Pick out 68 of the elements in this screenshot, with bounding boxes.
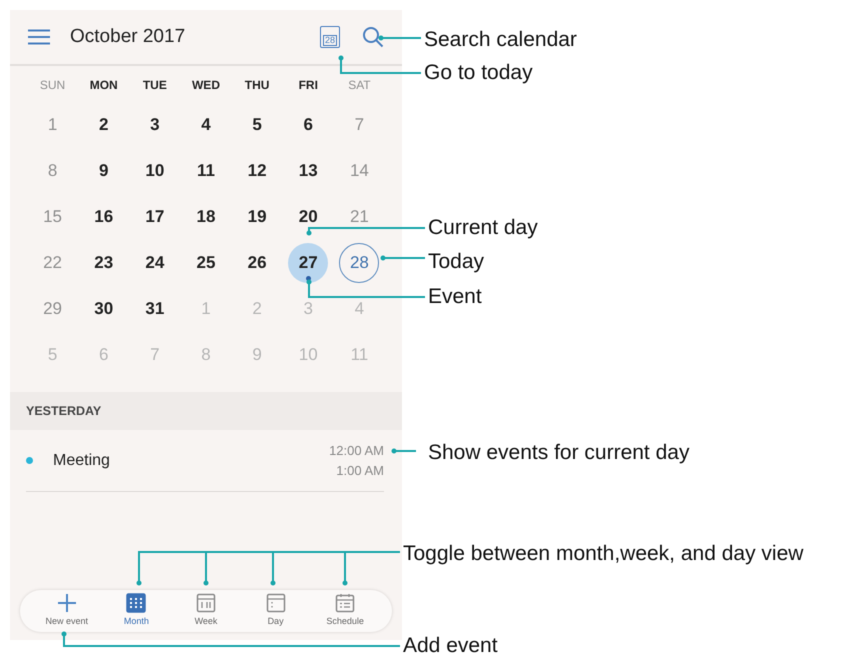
- schedule-list-icon: [335, 593, 356, 614]
- date-cell[interactable]: 29: [32, 289, 73, 329]
- date-cell[interactable]: 22: [32, 243, 73, 283]
- event-start-time: 12:00 AM: [329, 442, 384, 460]
- date-cell[interactable]: 23: [84, 243, 124, 283]
- date-cell[interactable]: 3: [134, 105, 175, 145]
- date-cell[interactable]: 15: [32, 197, 73, 237]
- callout-label: Current day: [428, 215, 538, 241]
- date-cell[interactable]: 6: [288, 105, 328, 145]
- date-cell[interactable]: 26: [237, 243, 278, 283]
- weekday-label: SAT: [348, 77, 371, 94]
- toolbar-tab[interactable]: Week: [171, 593, 241, 629]
- toolbar-tab[interactable]: Day: [240, 593, 310, 629]
- date-cell[interactable]: 2: [84, 105, 124, 145]
- month-grid-icon: [126, 593, 146, 614]
- menu-icon[interactable]: [28, 29, 50, 45]
- date-cell[interactable]: 4: [186, 105, 226, 145]
- event-end-time: 1:00 AM: [336, 462, 384, 480]
- weekday-label: FRI: [298, 77, 318, 94]
- date-cell[interactable]: 10: [134, 151, 175, 191]
- date-cell[interactable]: 21: [339, 197, 380, 237]
- callout-label: Today: [428, 249, 484, 275]
- callout-label: Event: [428, 284, 482, 310]
- date-cell[interactable]: 27: [288, 243, 328, 283]
- weekday-label: MON: [90, 77, 118, 94]
- toolbar-tab[interactable]: Month: [102, 593, 172, 629]
- date-cell[interactable]: 13: [288, 151, 328, 191]
- date-cell[interactable]: 1: [32, 105, 73, 145]
- callout-label: Toggle between month,week, and day view: [403, 541, 804, 567]
- date-cell[interactable]: 14: [339, 151, 380, 191]
- date-cell[interactable]: 25: [186, 243, 226, 283]
- go-to-today-button[interactable]: 28: [320, 26, 340, 48]
- plus-icon: [56, 593, 77, 614]
- weekday-label: WED: [192, 77, 220, 94]
- callout-label: Show events for current day: [428, 440, 690, 466]
- date-cell[interactable]: 17: [134, 197, 175, 237]
- date-cell[interactable]: 31: [134, 289, 175, 329]
- event-title: Meeting: [53, 450, 110, 470]
- date-cell[interactable]: 16: [84, 197, 124, 237]
- date-cell[interactable]: 9: [84, 151, 124, 191]
- date-cell[interactable]: 12: [237, 151, 278, 191]
- leader-line: [392, 448, 416, 454]
- week-calendar-icon: [196, 593, 216, 614]
- agenda-header: YESTERDAY: [10, 392, 402, 430]
- weekday-label: SUN: [40, 77, 66, 94]
- date-cell[interactable]: 30: [84, 289, 124, 329]
- weekday-label: THU: [244, 77, 270, 94]
- leader-line: [380, 256, 425, 260]
- date-cell[interactable]: 28: [339, 243, 380, 283]
- callout-label: Go to today: [424, 60, 533, 86]
- date-cell[interactable]: 11: [186, 151, 226, 191]
- leader-line: [378, 36, 421, 40]
- date-cell[interactable]: 8: [32, 151, 73, 191]
- weekday-label: TUE: [142, 77, 167, 94]
- month-title: October 2017: [70, 24, 186, 49]
- callout-label: Search calendar: [424, 27, 577, 53]
- date-cell[interactable]: 20: [288, 197, 328, 237]
- callout-label: Add event: [403, 633, 498, 656]
- date-cell[interactable]: 7: [339, 105, 380, 145]
- toolbar-tab[interactable]: Schedule: [310, 593, 380, 629]
- event-row[interactable]: Meeting 12:00 AM 1:00 AM: [26, 430, 384, 492]
- search-icon[interactable]: [362, 26, 384, 48]
- date-cell[interactable]: 5: [237, 105, 278, 145]
- date-cell[interactable]: 24: [134, 243, 175, 283]
- date-cell[interactable]: 19: [237, 197, 278, 237]
- day-calendar-icon: [266, 593, 286, 614]
- date-cell[interactable]: 18: [186, 197, 226, 237]
- toolbar-tab[interactable]: New event: [32, 593, 102, 629]
